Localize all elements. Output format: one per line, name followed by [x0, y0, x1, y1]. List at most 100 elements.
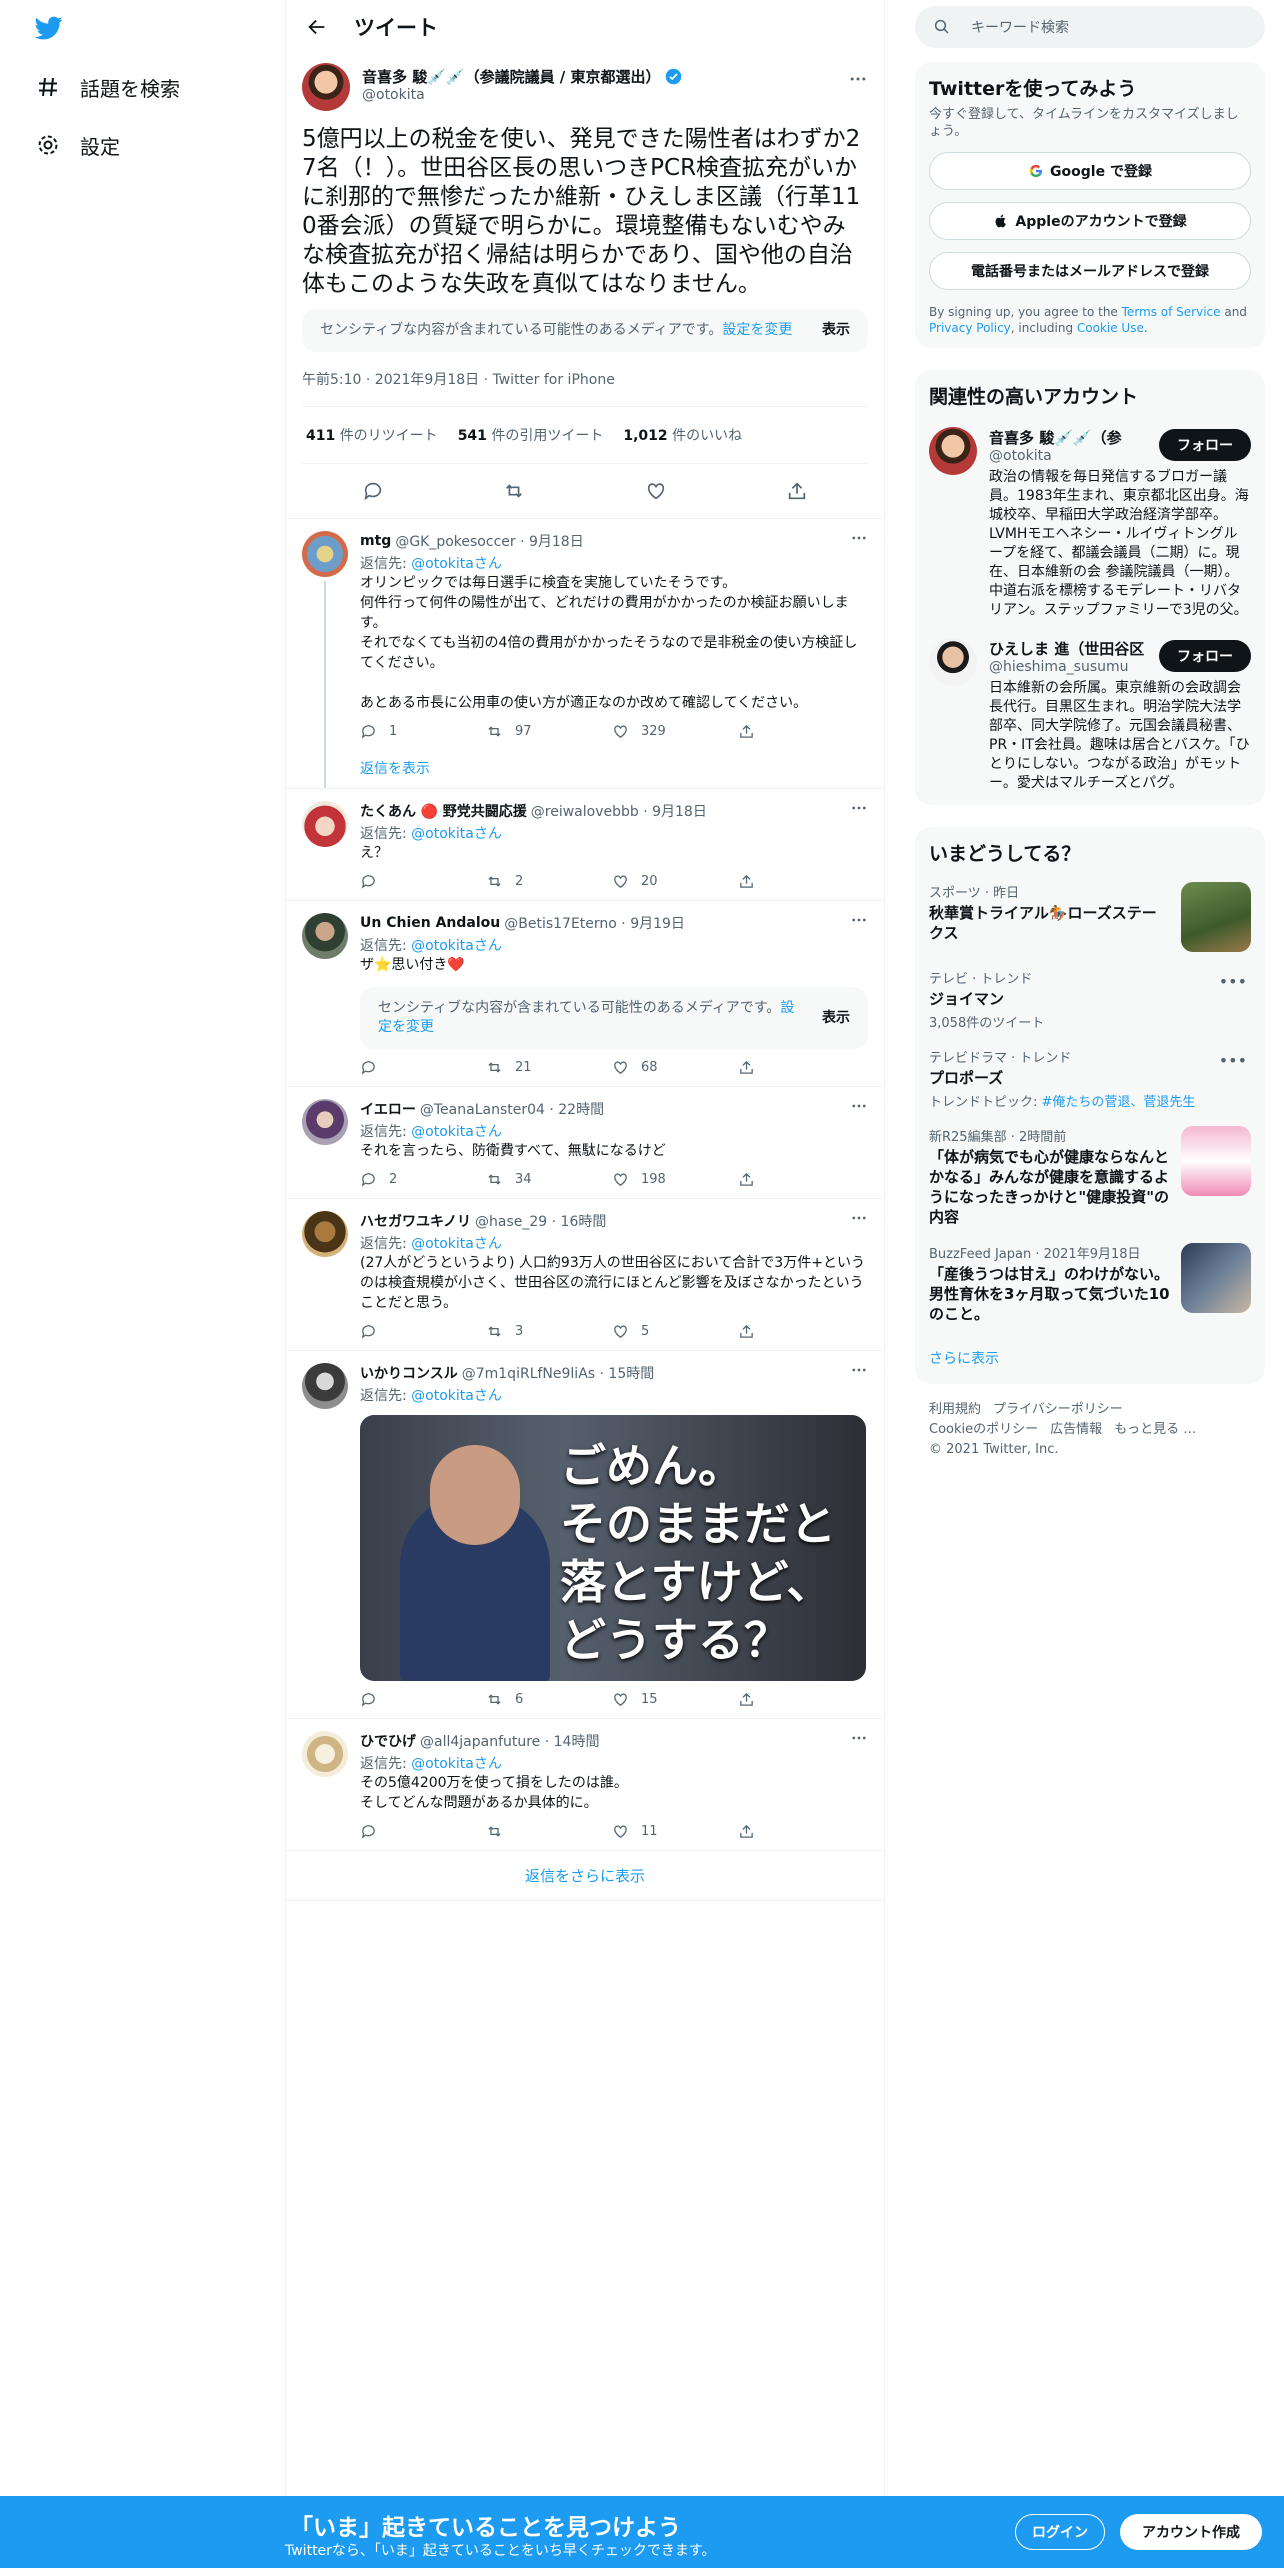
- share-button[interactable]: [738, 1691, 864, 1708]
- reply-author-name[interactable]: ハセガワユキノリ: [360, 1211, 471, 1231]
- more-options-icon[interactable]: [850, 911, 868, 929]
- footer-privacy-link[interactable]: プライバシーポリシー: [993, 1402, 1123, 1417]
- avatar[interactable]: [302, 531, 348, 577]
- more-options-icon[interactable]: •••: [1219, 972, 1247, 991]
- cookie-link[interactable]: Cookie Use: [1077, 321, 1144, 335]
- google-signup-button[interactable]: Google で登録: [929, 152, 1251, 190]
- show-media-button[interactable]: 表示: [822, 321, 850, 340]
- reply-to-user-link[interactable]: @otokitaさん: [411, 1236, 502, 1252]
- like-icon[interactable]: [645, 480, 667, 502]
- reply-button[interactable]: [360, 1323, 486, 1340]
- account-name[interactable]: ひえしま 進（世田谷区: [989, 638, 1149, 659]
- avatar[interactable]: [302, 63, 350, 111]
- account-name[interactable]: 音喜多 駿💉💉（参: [989, 427, 1149, 448]
- reply-author-handle[interactable]: @GK_pokesoccer · 9月18日: [395, 531, 583, 551]
- reply-button[interactable]: [360, 1691, 486, 1708]
- footer-more-link[interactable]: もっと見る …: [1114, 1422, 1196, 1437]
- show-replies-link[interactable]: 返信を表示: [360, 758, 868, 778]
- show-more-trends-link[interactable]: さらに表示: [929, 1348, 1251, 1368]
- reply-button[interactable]: [360, 1823, 486, 1840]
- search-box[interactable]: キーワード検索: [915, 6, 1265, 48]
- avatar[interactable]: [302, 1363, 348, 1409]
- share-icon[interactable]: [786, 480, 808, 502]
- reply-to-user-link[interactable]: @otokitaさん: [411, 556, 502, 572]
- tweet-timestamp[interactable]: 午前5:10 · 2021年9月18日 · Twitter for iPhone: [302, 352, 868, 407]
- reply-tweet[interactable]: mtg @GK_pokesoccer · 9月18日 返信先: @otokitaさ…: [286, 519, 884, 789]
- more-options-icon[interactable]: [850, 1097, 868, 1115]
- reply-author-handle[interactable]: @7m1qiRLfNe9liAs · 15時間: [462, 1363, 655, 1383]
- related-account[interactable]: 音喜多 駿💉💉（参 @otokita 政治の情報を毎日発信するブロガー議員。19…: [929, 427, 1251, 620]
- reply-to-user-link[interactable]: @otokitaさん: [411, 938, 502, 954]
- share-button[interactable]: [738, 723, 864, 740]
- share-button[interactable]: [738, 873, 864, 890]
- like-button[interactable]: 20: [612, 873, 738, 890]
- signup-button[interactable]: アカウント作成: [1120, 2514, 1262, 2550]
- like-button[interactable]: 11: [612, 1823, 738, 1840]
- footer-cookie-link[interactable]: Cookieのポリシー: [929, 1422, 1038, 1437]
- reply-button[interactable]: [360, 873, 486, 890]
- retweet-button[interactable]: 34: [486, 1171, 612, 1188]
- reply-icon[interactable]: [362, 480, 384, 502]
- reply-media-image[interactable]: ごめん。 そのままだと 落とすけど、 どうする？: [360, 1415, 866, 1681]
- trend-item[interactable]: BuzzFeed Japan · 2021年9月18日 「産後うつは甘え」のわけ…: [929, 1243, 1251, 1324]
- login-button[interactable]: ログイン: [1015, 2514, 1105, 2550]
- reply-to-user-link[interactable]: @otokitaさん: [411, 826, 502, 842]
- reply-author-handle[interactable]: @TeanaLanster04 · 22時間: [420, 1099, 604, 1119]
- show-more-replies-link[interactable]: 返信をさらに表示: [286, 1851, 884, 1901]
- follow-button[interactable]: フォロー: [1159, 640, 1251, 672]
- retweet-button[interactable]: 2: [486, 873, 612, 890]
- reply-to-user-link[interactable]: @otokitaさん: [411, 1124, 502, 1140]
- likes-stat[interactable]: 1,012 件のいいね: [623, 425, 742, 445]
- more-options-icon[interactable]: [850, 1361, 868, 1379]
- search-input[interactable]: キーワード検索: [971, 17, 1069, 37]
- like-button[interactable]: 68: [612, 1059, 738, 1076]
- more-options-icon[interactable]: [850, 1209, 868, 1227]
- apple-signup-button[interactable]: Appleのアカウントで登録: [929, 202, 1251, 240]
- like-button[interactable]: 329: [612, 723, 738, 740]
- phone-email-signup-button[interactable]: 電話番号またはメールアドレスで登録: [929, 252, 1251, 290]
- reply-button[interactable]: 1: [360, 723, 486, 740]
- reply-author-handle[interactable]: @reiwalovebbb · 9月18日: [531, 801, 707, 821]
- more-options-icon[interactable]: [850, 529, 868, 547]
- reply-author-name[interactable]: いかりコンスル: [360, 1363, 458, 1383]
- avatar[interactable]: [302, 1211, 348, 1257]
- show-media-button[interactable]: 表示: [822, 1009, 850, 1028]
- reply-author-name[interactable]: イエロー: [360, 1099, 416, 1119]
- more-options-icon[interactable]: [850, 1729, 868, 1747]
- terms-link[interactable]: Terms of Service: [1122, 305, 1221, 319]
- nav-settings[interactable]: 設定: [36, 125, 120, 165]
- avatar[interactable]: [302, 1099, 348, 1145]
- related-account[interactable]: ひえしま 進（世田谷区 @hieshima_susumu 日本維新の会所属。東京…: [929, 638, 1251, 793]
- reply-tweet[interactable]: Un Chien Andalou @Betis17Eterno · 9月19日 返…: [286, 901, 884, 1087]
- author-handle[interactable]: @otokita: [362, 87, 682, 103]
- avatar[interactable]: [302, 1731, 348, 1777]
- follow-button[interactable]: フォロー: [1159, 429, 1251, 461]
- reply-tweet[interactable]: いかりコンスル @7m1qiRLfNe9liAs · 15時間 返信先: @oto…: [286, 1351, 884, 1719]
- retweet-button[interactable]: 21: [486, 1059, 612, 1076]
- twitter-logo-icon[interactable]: [33, 14, 65, 42]
- reply-button[interactable]: 2: [360, 1171, 486, 1188]
- back-arrow-icon[interactable]: [306, 16, 328, 38]
- share-button[interactable]: [738, 1823, 864, 1840]
- avatar[interactable]: [302, 913, 348, 959]
- more-options-icon[interactable]: [848, 69, 868, 89]
- trend-item[interactable]: スポーツ · 昨日 秋華賞トライアル🏇ローズステークス: [929, 882, 1251, 952]
- retweet-button[interactable]: 6: [486, 1691, 612, 1708]
- reply-author-name[interactable]: たくあん: [360, 801, 416, 821]
- footer-terms-link[interactable]: 利用規約: [929, 1402, 981, 1417]
- reply-button[interactable]: [360, 1059, 486, 1076]
- reply-author-name[interactable]: Un Chien Andalou: [360, 915, 500, 931]
- reply-to-user-link[interactable]: @otokitaさん: [411, 1756, 502, 1772]
- avatar[interactable]: [929, 427, 977, 475]
- reply-author-handle[interactable]: @Betis17Eterno · 9月19日: [504, 913, 685, 933]
- like-button[interactable]: 198: [612, 1171, 738, 1188]
- trend-item[interactable]: テレビ · トレンド ジョイマン 3,058件のツイート •••: [929, 968, 1251, 1031]
- share-button[interactable]: [738, 1323, 864, 1340]
- retweet-icon[interactable]: [503, 480, 525, 502]
- avatar[interactable]: [302, 801, 348, 847]
- retweet-button[interactable]: [486, 1823, 612, 1840]
- more-options-icon[interactable]: •••: [1219, 1051, 1247, 1070]
- reply-tweet[interactable]: ひでひげ @all4japanfuture · 14時間 返信先: @otokit…: [286, 1719, 884, 1851]
- avatar[interactable]: [929, 638, 977, 686]
- reply-to-user-link[interactable]: @otokitaさん: [411, 1388, 502, 1404]
